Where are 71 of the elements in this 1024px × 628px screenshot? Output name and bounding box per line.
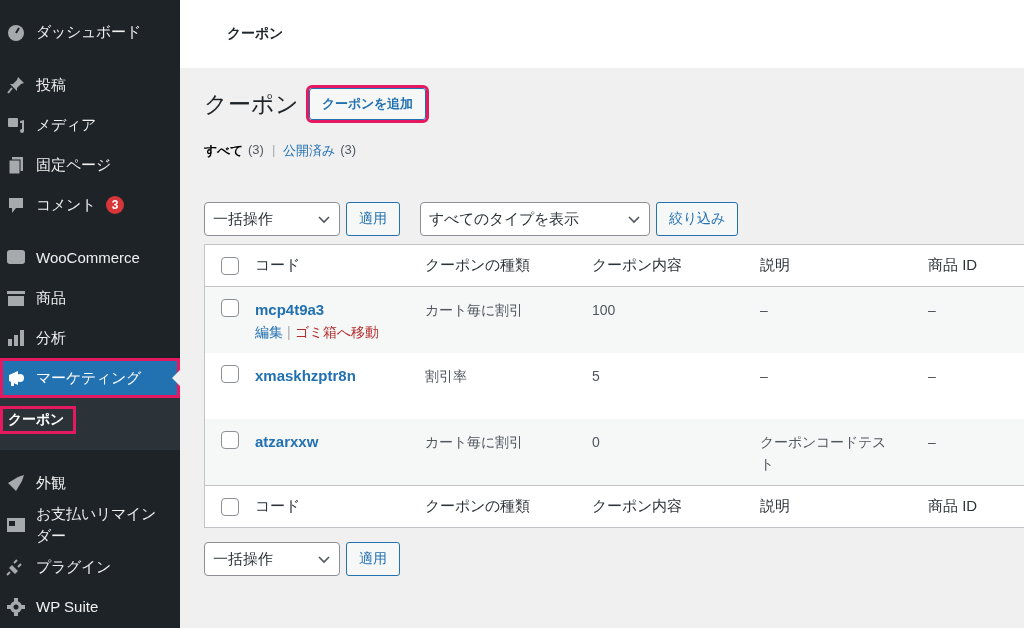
dashboard-icon xyxy=(6,22,26,42)
apply-button[interactable]: 適用 xyxy=(346,202,400,236)
megaphone-icon xyxy=(6,368,26,388)
column-header: クーポン内容 xyxy=(592,256,683,275)
count-badge: 3 xyxy=(106,196,124,214)
table-cell: カート毎に割引 xyxy=(425,302,523,318)
table-cell: 0 xyxy=(592,434,600,450)
separator: | xyxy=(271,142,276,159)
sidebar-menu-item[interactable]: 固定ページ xyxy=(0,145,180,185)
type-filter-dropdown[interactable]: すべてのタイプを表示 xyxy=(420,202,650,236)
bulk-action-dropdown[interactable]: 一括操作 xyxy=(204,542,340,576)
media-icon xyxy=(6,115,26,135)
row-checkbox[interactable] xyxy=(221,431,239,449)
table-cell: – xyxy=(760,302,768,318)
view-filter-link[interactable]: 公開済み xyxy=(283,142,336,160)
table-cell: カート毎に割引 xyxy=(425,434,523,450)
column-header: 商品 ID xyxy=(928,497,979,516)
column-header: コード xyxy=(255,497,301,516)
table-cell: – xyxy=(928,302,936,318)
column-header: クーポンの種類 xyxy=(425,497,531,516)
sidebar-menu-item[interactable]: お支払いリマインダー xyxy=(0,503,180,547)
sidebar-menu-item[interactable]: ダッシュボード xyxy=(0,12,180,52)
table-cell: 5 xyxy=(592,368,600,384)
column-header: 説明 xyxy=(760,497,791,516)
card-icon xyxy=(6,515,26,535)
gear-icon xyxy=(6,597,26,617)
sidebar-menu-item[interactable]: 外観 xyxy=(0,463,180,503)
filter-button[interactable]: 絞り込み xyxy=(656,202,738,236)
coupon-code-link[interactable]: atzarxxw xyxy=(255,433,319,450)
table-cell: – xyxy=(760,368,768,384)
select-all-checkbox[interactable] xyxy=(221,256,239,275)
bars-icon xyxy=(6,328,26,348)
sidebar-menu-item[interactable]: 商品 xyxy=(0,278,180,318)
row-checkbox[interactable] xyxy=(221,299,239,317)
table-cell: クーポンコードテスト xyxy=(760,434,886,472)
column-header: 説明 xyxy=(760,256,791,275)
sidebar-menu-item[interactable]: WP Suite xyxy=(0,587,180,627)
separator: | xyxy=(287,323,291,342)
sidebar-menu-item[interactable]: 投稿 xyxy=(0,65,180,105)
coupon-code-link[interactable]: xmaskhzptr8n xyxy=(255,367,356,384)
column-header: クーポン内容 xyxy=(592,497,683,516)
sidebar-menu-item[interactable]: プラグイン xyxy=(0,547,180,587)
page-heading: クーポン xyxy=(204,89,299,119)
page-title: クーポン xyxy=(227,25,283,43)
sidebar-menu-item[interactable]: マーケティング xyxy=(0,358,180,398)
select-all-checkbox[interactable] xyxy=(221,497,239,516)
table-cell: 100 xyxy=(592,302,616,318)
archive-icon xyxy=(6,288,26,308)
sidebar-menu-item[interactable]: WooCommerce xyxy=(0,238,180,278)
column-header: 商品 ID xyxy=(928,256,979,275)
coupon-code-link[interactable]: mcp4t9a3 xyxy=(255,301,325,318)
add-coupon-button[interactable]: クーポンを追加 xyxy=(309,88,426,120)
view-count: (3) xyxy=(248,142,264,159)
sidebar-menu-item[interactable]: コメント 3 xyxy=(0,185,180,225)
pages-icon xyxy=(6,155,26,175)
table-cell: – xyxy=(928,368,936,384)
table-cell: – xyxy=(928,434,936,450)
row-checkbox[interactable] xyxy=(221,365,239,383)
sidebar-menu-item[interactable]: メディア xyxy=(0,105,180,145)
edit-link[interactable]: 編集 xyxy=(255,321,283,343)
sidebar-menu-item[interactable]: 分析 xyxy=(0,318,180,358)
column-header: クーポンの種類 xyxy=(425,256,531,275)
table-cell: 割引率 xyxy=(425,368,467,384)
apply-button[interactable]: 適用 xyxy=(346,542,400,576)
comment-icon xyxy=(6,195,26,215)
column-header: コード xyxy=(255,256,301,275)
bulk-action-dropdown[interactable]: 一括操作 xyxy=(204,202,340,236)
view-count: (3) xyxy=(340,142,357,159)
trash-link[interactable]: ゴミ箱へ移動 xyxy=(294,321,379,343)
view-filter-link[interactable]: すべて xyxy=(204,142,243,160)
pin-icon xyxy=(6,75,26,95)
